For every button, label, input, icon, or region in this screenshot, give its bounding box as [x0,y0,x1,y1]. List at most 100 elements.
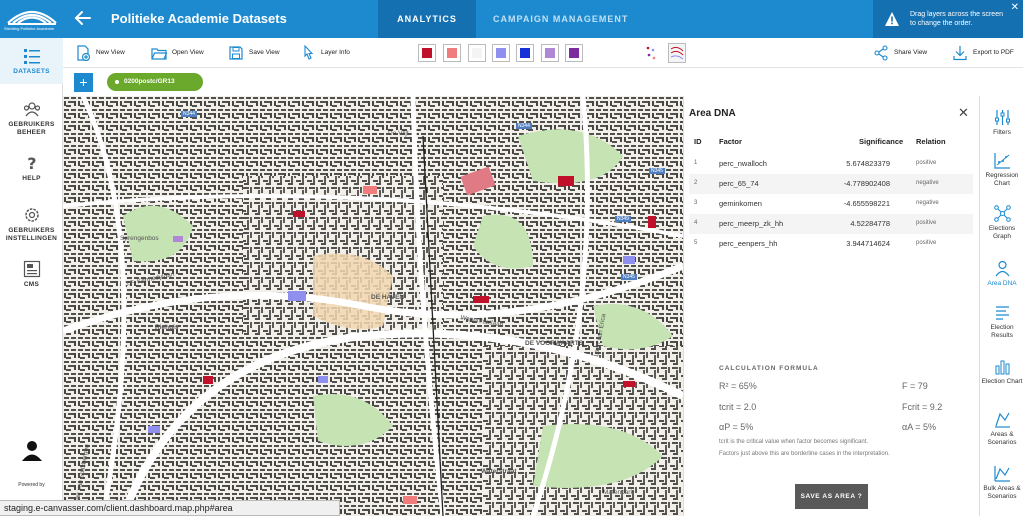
color-swatch[interactable] [418,44,436,62]
layer-chip[interactable]: 0200postc/GR13 [107,73,203,91]
map-label: Sprengenbos [120,235,159,242]
formula-note: Factors just above this are borderline c… [719,451,890,457]
rightbar-item-election-chart[interactable]: Election Chart [980,358,1023,386]
map-label: Matenpark [603,489,634,496]
column-header-significance: Significance [859,137,904,146]
table-row[interactable]: 4 perc_meerp_zk_hh 4.52284778 positive [689,214,973,234]
panel-title: Area DNA [689,108,736,119]
rightbar-item-elections-graph[interactable]: Elections Graph [980,205,1023,241]
bar-chart-icon [995,360,1009,375]
notification-text: Drag layers across the screen to change … [910,11,1003,27]
column-header-relation: Relation [916,137,946,146]
color-swatch[interactable] [443,44,461,62]
rightbar-item-election-results[interactable]: Election Results [980,304,1023,340]
fcrit-value: Fcrit = 9.2 [902,402,943,412]
rightbar-item-label: Regression Chart [985,172,1019,187]
layer-info-label: Layer Info [321,49,350,56]
row-significance: 5.674823379 [846,159,890,168]
swatch-fill [447,48,457,58]
svg-text:?: ? [27,154,37,172]
list-icon [23,49,40,64]
formula-note: tcrit is the critical value when factor … [719,439,869,445]
sidebar-item-label: CMS [23,281,40,288]
map-background [63,96,683,516]
rightbar-item-label: Election Results [990,324,1014,339]
swatch-fill [520,48,530,58]
save-icon [229,46,243,60]
new-view-label: New View [96,49,125,56]
users-icon [23,102,40,117]
color-swatch[interactable] [541,44,559,62]
rightbar-item-areas-scenarios[interactable]: Areas & Scenarios [980,411,1023,447]
user-avatar-icon[interactable] [21,439,43,461]
share-icon [874,45,888,61]
notification-banner: Drag layers across the screen to change … [873,0,1023,38]
column-header-factor: Factor [719,137,742,146]
row-relation: positive [916,220,937,226]
tab-campaign-management[interactable]: CAMPAIGN MANAGEMENT [493,0,628,38]
new-view-icon [77,45,91,61]
color-swatch[interactable] [492,44,510,62]
row-factor: perc_nwalloch [719,159,767,168]
panel-close-button[interactable]: ✕ [958,105,969,121]
results-list-icon [995,306,1009,320]
rightbar-item-label: Areas & Scenarios [987,431,1017,446]
powered-by-text: Powered by [18,482,45,488]
color-swatch[interactable] [565,44,583,62]
top-bar: Stichting Politieke Academie Politieke A… [0,0,1023,38]
open-view-label: Open View [172,49,204,56]
filters-icon [994,110,1010,125]
rightbar-item-label: Election Chart [981,378,1023,385]
cms-icon [23,260,40,278]
rightbar-item-bulk-areas-scenarios[interactable]: Bulk Areas & Scenarios [980,465,1023,501]
add-layer-button[interactable]: + [74,73,93,92]
row-relation: positive [916,240,937,246]
sidebar-item-help[interactable]: ? HELP [0,154,63,183]
save-as-area-button[interactable]: SAVE AS AREA ? [795,484,868,509]
rightbar-item-area-dna[interactable]: Area DNA [980,260,1023,288]
rightbar-item-regression-chart[interactable]: Regression Chart [980,152,1023,188]
help-icon: ? [27,154,37,172]
rightbar-item-label: Bulk Areas & Scenarios [983,485,1021,500]
sidebar-item-label: HELP [22,175,41,182]
download-icon [953,46,967,61]
formula-heading: CALCULATION FORMULA [719,365,819,372]
sidebar-item-gebruikers-beheer[interactable]: GEBRUIKERS BEHEER [0,100,63,137]
swatch-fill [569,48,579,58]
map-canvas[interactable]: De Vlijt Sprengenbos DE HAVEN DE VOORWAA… [63,96,683,516]
sidebar-item-cms[interactable]: CMS [0,260,63,289]
legend-icon[interactable] [668,43,686,63]
table-row[interactable]: 2 perc_65_74 -4.778902408 negative [689,174,973,194]
row-factor: perc_65_74 [719,179,759,188]
sidebar-item-gebruikers-instellingen[interactable]: GEBRUIKERS INSTELLINGEN [0,206,63,243]
map-label: Waterstraat [481,468,517,475]
swatch-fill [496,48,506,58]
table-row[interactable]: 1 perc_nwalloch 5.674823379 positive [689,154,973,174]
road-badge: N349 [615,216,631,222]
road-badge: N345 [649,168,665,174]
settings-icon [24,208,39,222]
share-view-label: Share View [894,49,928,56]
back-arrow-icon[interactable] [74,9,92,27]
tcrit-value: tcrit = 2.0 [719,402,757,412]
row-id: 1 [694,160,698,166]
table-row[interactable]: 3 geminkomen -4.655598221 negative [689,194,973,214]
color-swatch[interactable] [468,44,486,62]
table-row[interactable]: 5 perc_eenpers_hh 3.944714624 positive [689,234,973,254]
tab-analytics[interactable]: ANALYTICS [378,0,476,38]
row-relation: negative [916,180,939,186]
dots-icon[interactable] [645,44,657,62]
road-badge: N344 [181,111,197,117]
row-id: 5 [694,240,698,246]
notification-close-button[interactable]: ✕ [1011,2,1019,13]
rightbar-item-filters[interactable]: Filters [980,109,1023,137]
f-value: F = 79 [902,381,928,391]
column-header-id: ID [694,137,702,146]
rightbar-item-label: Elections Graph [988,225,1016,240]
color-swatch[interactable] [516,44,534,62]
row-significance: 4.52284778 [850,219,890,228]
row-factor: perc_meerp_zk_hh [719,219,784,228]
pointer-icon [304,45,314,60]
swatch-fill [422,48,432,58]
sidebar-item-datasets[interactable]: DATASETS [0,38,63,84]
